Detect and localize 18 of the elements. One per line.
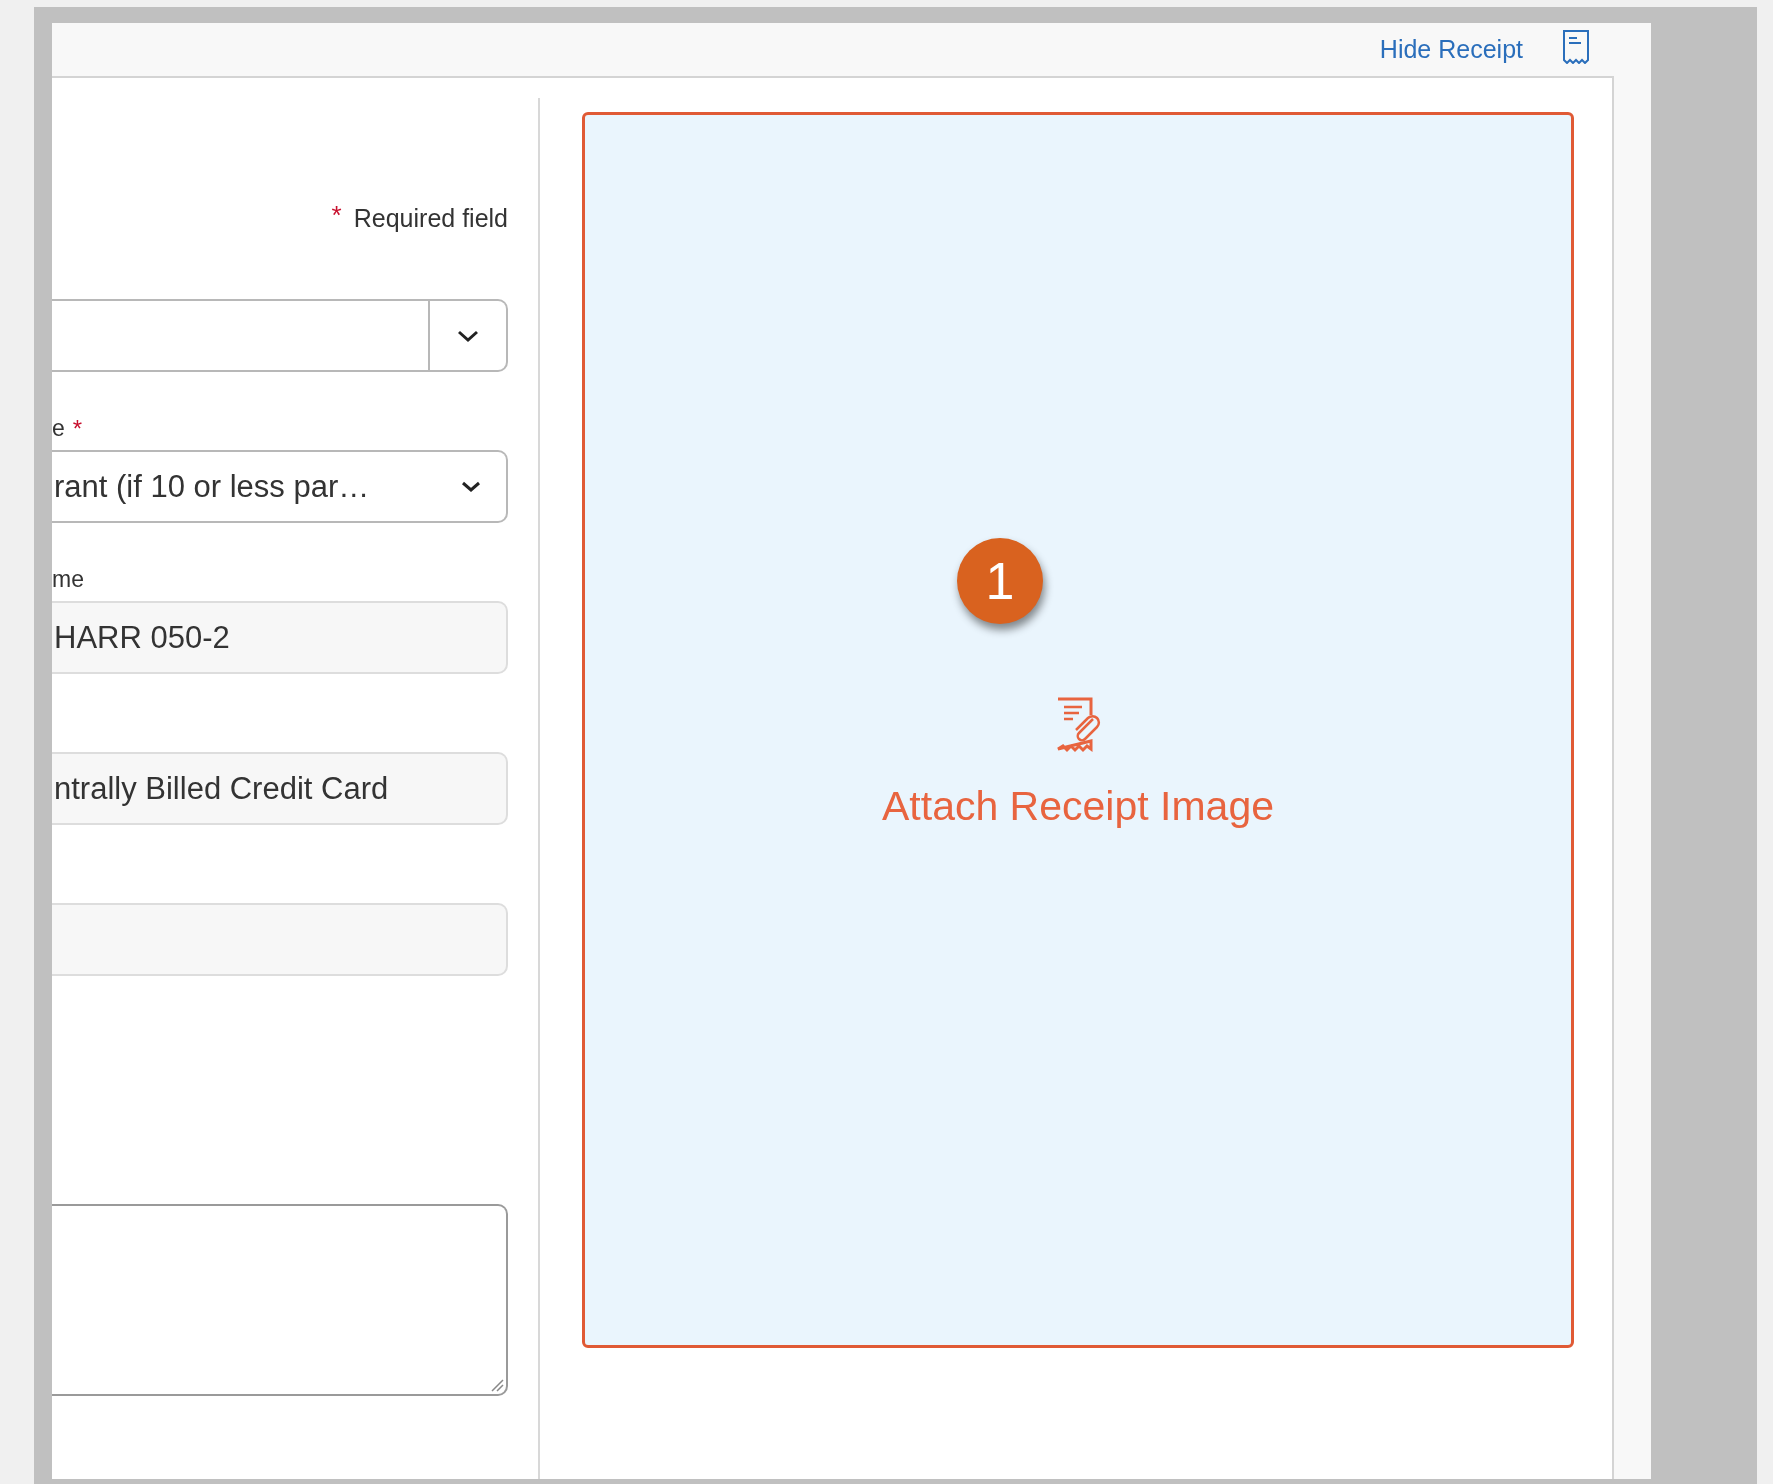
receipt-icon[interactable]	[1561, 29, 1591, 64]
required-field-note: Required field	[353, 204, 508, 232]
select-field[interactable]: rant (if 10 or less par…	[52, 450, 508, 523]
attach-receipt-link[interactable]: Attach Receipt Image	[882, 783, 1274, 830]
field-label: me	[52, 566, 84, 593]
step-badge: 1	[957, 538, 1043, 624]
comment-textarea[interactable]	[52, 1204, 508, 1396]
chevron-down-icon	[456, 328, 480, 343]
receipt-attach-icon	[1055, 697, 1101, 753]
readonly-field: HARR 050-2	[52, 601, 508, 674]
chevron-down-icon	[460, 480, 482, 493]
field-label: e	[52, 415, 65, 442]
combo-field[interactable]	[52, 299, 508, 372]
readonly-field: ntrally Billed Credit Card	[52, 752, 508, 825]
receipt-dropzone[interactable]: 1 Attach Receipt Image	[582, 112, 1574, 1348]
required-asterisk: *	[331, 202, 342, 228]
hide-receipt-link[interactable]: Hide Receipt	[1379, 35, 1523, 64]
required-asterisk: *	[72, 416, 83, 442]
